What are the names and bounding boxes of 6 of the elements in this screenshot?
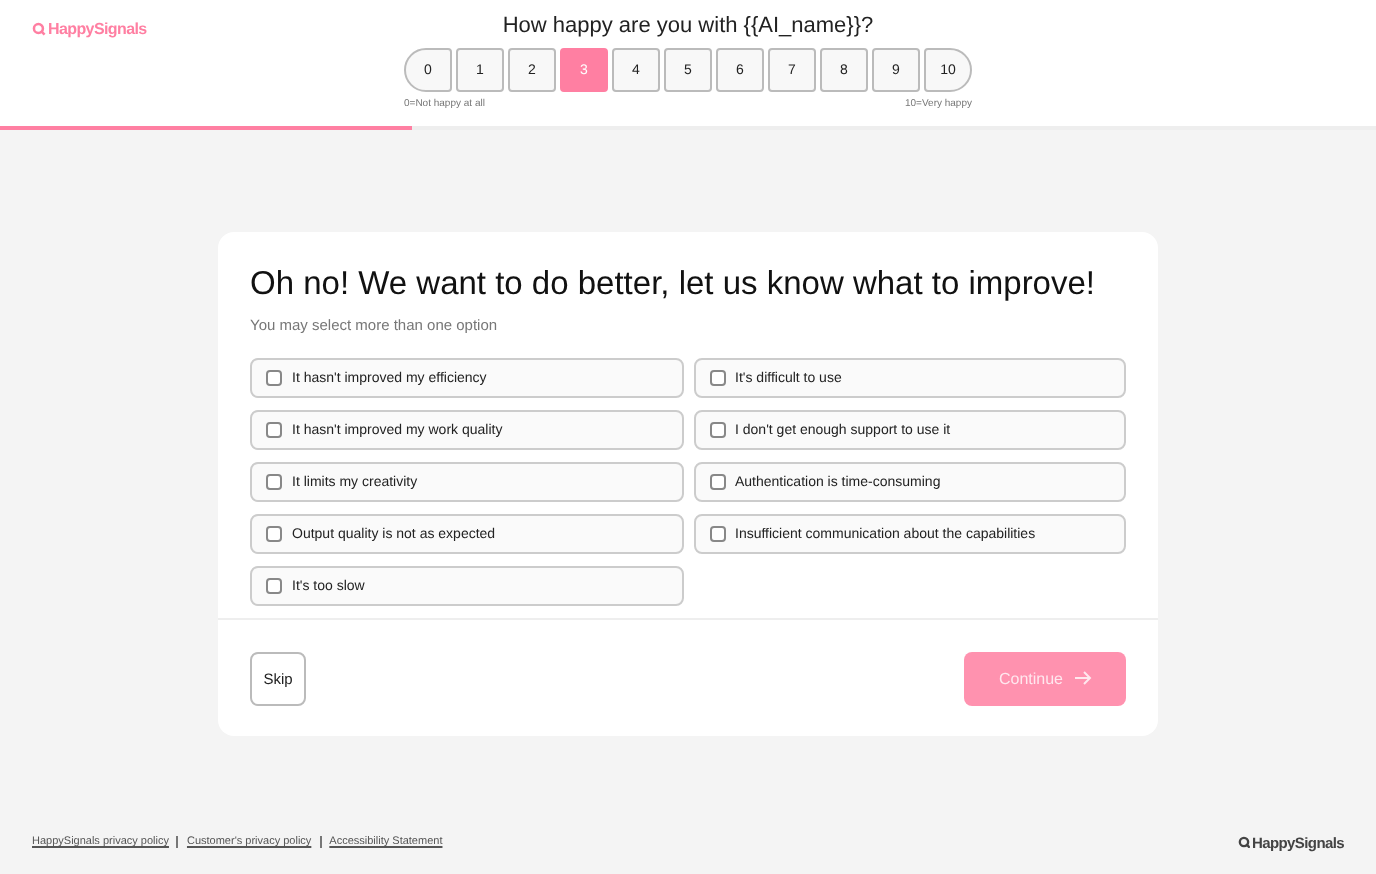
logo-icon xyxy=(1237,835,1250,849)
question-title: How happy are you with {{AI_name}}? xyxy=(502,14,874,38)
card-title: Oh no! We want to do better, let us know what to improve! xyxy=(250,264,1097,304)
logo-text: HappySignals xyxy=(48,20,147,38)
logo-icon xyxy=(32,22,46,36)
arrow-icon xyxy=(1073,670,1092,686)
